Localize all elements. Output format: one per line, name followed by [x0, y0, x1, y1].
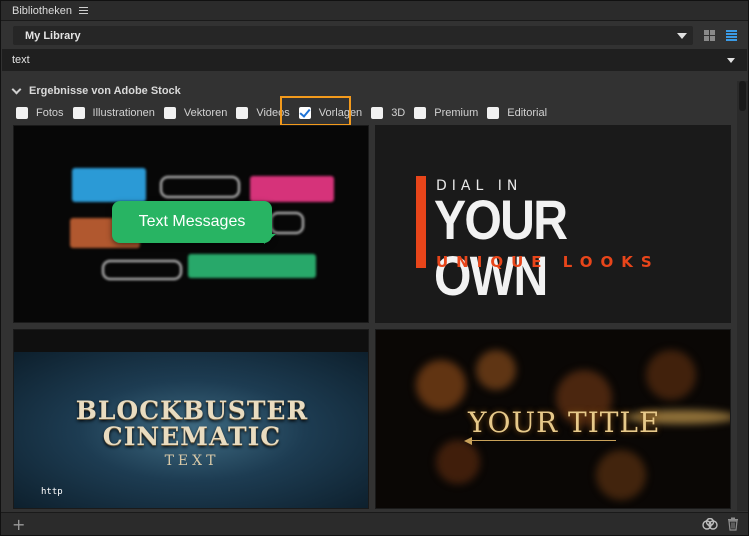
arrow-left-icon	[464, 437, 472, 445]
search-bar	[2, 49, 747, 71]
blurred-bubble	[250, 176, 334, 202]
vorlagen-highlight-box	[280, 96, 351, 126]
checkbox[interactable]	[371, 107, 384, 119]
filter-label: 3D	[391, 107, 406, 119]
accent-bar	[416, 176, 426, 268]
bokeh-light	[476, 350, 516, 390]
bokeh-light	[646, 350, 696, 400]
blurred-bubble	[270, 212, 304, 234]
creative-cloud-icon[interactable]	[702, 518, 718, 530]
filter-editorial[interactable]: Editorial	[487, 107, 547, 119]
bokeh-light	[596, 450, 646, 500]
checkbox[interactable]	[414, 107, 427, 119]
text-messages-bubble: Text Messages	[112, 201, 272, 243]
blockbuster-text: BLOCKBUSTER	[75, 396, 309, 425]
stock-results-toggle[interactable]: Ergebnisse von Adobe Stock	[11, 84, 181, 97]
library-name: My Library	[25, 29, 81, 42]
result-thumbnail-text-messages[interactable]: Text Messages	[13, 125, 369, 323]
panel-header: Bibliotheken	[1, 1, 748, 21]
result-thumbnail-blockbuster[interactable]: BLOCKBUSTER CINEMATIC TEXT http	[13, 329, 369, 509]
list-view-icon[interactable]	[726, 30, 737, 41]
cinematic-text: CINEMATIC	[102, 422, 282, 451]
result-thumbnail-your-title[interactable]: YOUR TITLE	[375, 329, 731, 509]
bokeh-light	[416, 360, 466, 410]
filter-label: Fotos	[36, 107, 64, 119]
trash-icon[interactable]	[727, 517, 739, 531]
checkbox[interactable]	[236, 107, 249, 119]
checkbox[interactable]	[487, 107, 500, 119]
panel-title: Bibliotheken	[12, 4, 72, 17]
search-options-chevron-icon[interactable]	[727, 58, 735, 63]
checkbox[interactable]	[16, 107, 28, 119]
section-title: Ergebnisse von Adobe Stock	[29, 85, 181, 97]
your-title-text: YOUR TITLE	[468, 406, 661, 439]
filter-fotos[interactable]: Fotos	[16, 107, 64, 119]
http-overlay: http	[41, 487, 63, 497]
blurred-bubble	[188, 254, 316, 278]
grid-view-icon[interactable]	[704, 30, 715, 41]
unique-looks-text: UNIQUE LOOKS	[436, 253, 660, 271]
bokeh-light	[436, 440, 480, 484]
blurred-bubble	[102, 260, 182, 280]
filter-label: Premium	[434, 107, 479, 119]
filter-illustrationen[interactable]: Illustrationen	[72, 107, 155, 119]
scrollbar-track[interactable]	[737, 81, 748, 511]
checkbox[interactable]	[72, 107, 85, 119]
text-subtitle: TEXT	[164, 453, 220, 469]
bubble-tail	[264, 234, 276, 244]
filter-label: Editorial	[507, 107, 548, 119]
panel-footer: +	[1, 512, 748, 535]
result-thumbnail-dial-in[interactable]: DIAL IN YOUR OWN UNIQUE LOOKS	[375, 125, 731, 323]
blurred-bubble	[160, 176, 240, 198]
library-dropdown[interactable]: My Library	[13, 26, 693, 45]
chevron-down-icon[interactable]	[11, 84, 22, 94]
chevron-down-icon[interactable]	[677, 33, 687, 39]
filter-premium[interactable]: Premium	[414, 107, 478, 119]
scrollbar-thumb[interactable]	[739, 81, 746, 111]
plus-icon[interactable]: +	[12, 517, 25, 533]
filter-label: Vektoren	[183, 107, 228, 119]
ornament-line	[466, 440, 616, 441]
blurred-bubble	[72, 168, 146, 202]
checkbox[interactable]	[163, 107, 176, 119]
libraries-panel: Bibliotheken My Library Ergebnisse von A…	[0, 0, 749, 536]
hamburger-icon[interactable]	[78, 7, 88, 14]
filter-vektoren[interactable]: Vektoren	[163, 107, 228, 119]
filter-label: Illustrationen	[92, 107, 155, 119]
filter-3d[interactable]: 3D	[371, 107, 405, 119]
your-own-text: YOUR OWN	[434, 188, 568, 307]
search-input[interactable]	[12, 54, 692, 66]
